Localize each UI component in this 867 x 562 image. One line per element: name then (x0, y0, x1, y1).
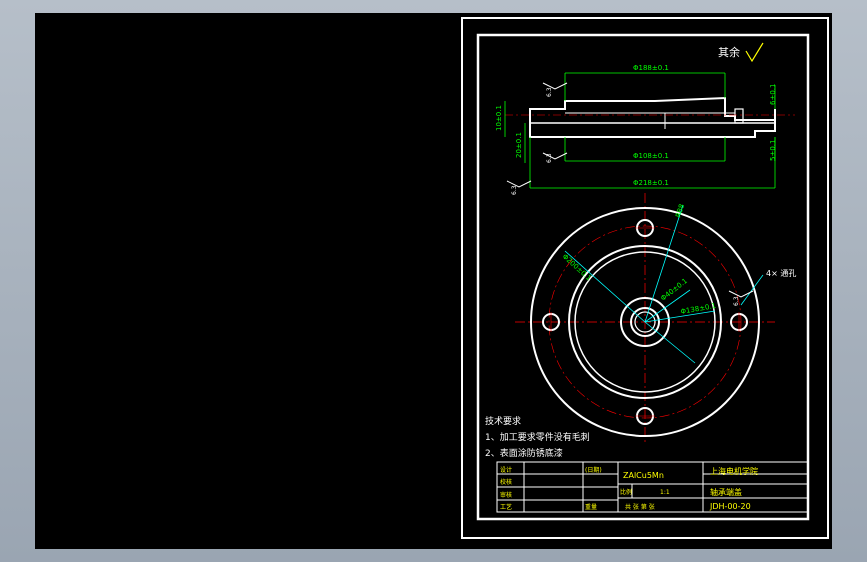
dim-left-height-1: 10±0.1 (495, 105, 503, 131)
tb-row-1: 设计 (500, 466, 512, 474)
dim-top-diameter: Φ188±0.1 (633, 64, 669, 72)
tb-misc-weight: 重量 (585, 503, 597, 511)
roughness-value-4: 6.3 (733, 296, 740, 306)
tb-drawing-no: JDH-00-20 (709, 502, 751, 511)
drawing-canvas[interactable]: 其余 Φ188±0.1 Φ108±0.1 Φ218±0.1 10±0.1 20±… (35, 13, 832, 549)
tech-item-1: 1、加工要求零件没有毛刺 (485, 431, 590, 443)
dim-left-height-2: 20±0.1 (515, 132, 523, 158)
dim-hole-radius: R88 (674, 203, 686, 219)
tech-title: 技术要求 (485, 415, 521, 427)
dim-bore-diameter: Φ40±0.1 (659, 277, 689, 303)
tb-school: 上海电机学院 (710, 466, 758, 476)
tb-scale-label: 比例 (620, 488, 632, 496)
tb-row-2: 校核 (500, 478, 512, 486)
dim-bottom-diameter: Φ218±0.1 (633, 179, 669, 187)
dim-right-height-1: 6±0.1 (769, 84, 777, 105)
tb-part-name: 轴承端盖 (710, 487, 742, 497)
dim-middle-diameter: Φ108±0.1 (633, 152, 669, 160)
section-view (505, 96, 795, 138)
sheet-inner-border (476, 33, 810, 521)
tb-row-4: 工艺 (500, 503, 512, 511)
dim-ring-diameter: Φ200±0.1 (561, 253, 593, 283)
plan-view (515, 193, 775, 445)
dim-right-height-2: 5±0.1 (769, 140, 777, 161)
surface-note: 其余 (718, 45, 740, 59)
cad-drawing: 其余 Φ188±0.1 Φ108±0.1 Φ218±0.1 10±0.1 20±… (461, 17, 829, 539)
tech-item-2: 2、表面涂防锈底漆 (485, 447, 563, 459)
hole-callout: 4× 通孔 (766, 268, 796, 278)
tb-row-3: 审核 (500, 491, 512, 499)
roughness-value-2: 6.3 (546, 153, 553, 163)
roughness-value-1: 6.3 (546, 87, 553, 97)
tb-material: ZAlCu5Mn (623, 471, 664, 480)
roughness-symbol-icon (745, 42, 764, 63)
tb-scale-value: 1:1 (660, 489, 670, 496)
tb-date-label: (日期) (585, 466, 602, 474)
roughness-value-3: 6.3 (511, 185, 518, 195)
tb-sheet: 共 张 第 张 (625, 503, 655, 511)
